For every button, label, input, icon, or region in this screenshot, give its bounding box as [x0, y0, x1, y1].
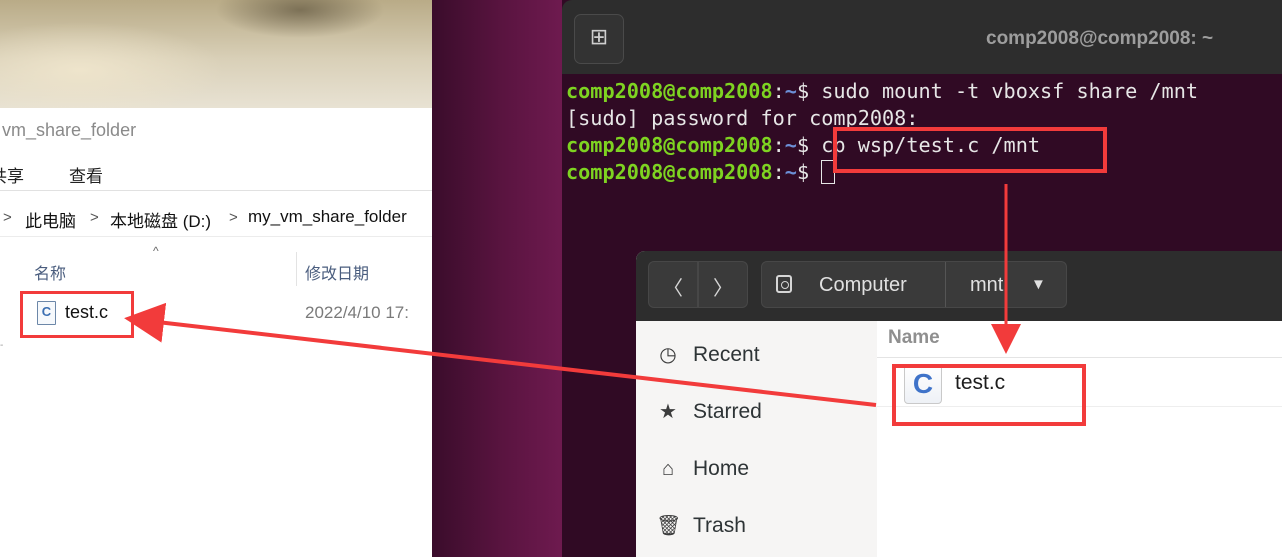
breadcrumb-this-pc[interactable]: 此电脑: [25, 207, 76, 232]
new-tab-button[interactable]: ⊞: [574, 14, 624, 64]
trash-icon: 🗑: [656, 515, 682, 537]
command-highlight-box: [833, 127, 1107, 173]
files-file-highlight-box: [892, 364, 1086, 426]
windows-explorer-window: vm_share_folder 共享 查看 > 此电脑 > 本地磁盘 (D:) …: [0, 0, 432, 557]
ubuntu-desktop-background: [432, 0, 562, 557]
divider: -: [0, 340, 4, 351]
sidebar-item-label: Trash: [693, 514, 746, 537]
forward-icon: 〉: [713, 278, 733, 300]
clock-icon: ◷: [659, 344, 677, 366]
terminal-title: comp2008@comp2008: ~: [986, 28, 1214, 49]
column-name[interactable]: Name: [888, 327, 940, 349]
path-computer[interactable]: Computer: [819, 274, 907, 297]
desktop-wallpaper: [0, 0, 432, 108]
explorer-title-bar: vm_share_folder: [0, 108, 432, 154]
explorer-address-bar[interactable]: > 此电脑 > 本地磁盘 (D:) > my_vm_share_folder: [0, 198, 432, 237]
breadcrumb-sep: >: [229, 209, 238, 226]
path-separator: [945, 262, 946, 307]
sort-up-icon: ^: [153, 244, 159, 258]
files-list-view[interactable]: Name C test.c: [877, 321, 1282, 557]
explorer-ribbon: 共享 查看: [0, 154, 432, 191]
forward-button[interactable]: 〉: [698, 261, 748, 308]
explorer-title: vm_share_folder: [2, 120, 137, 140]
breadcrumb-share-folder[interactable]: my_vm_share_folder: [248, 207, 407, 227]
files-sidebar: ◷ Recent ★ Starred ⌂ Home 🗑 Trash: [636, 321, 878, 557]
path-mnt[interactable]: mnt: [970, 274, 1003, 297]
ribbon-tab-share[interactable]: 共享: [0, 162, 24, 187]
chevron-down-icon[interactable]: ▼: [1031, 276, 1046, 293]
sidebar-item-home[interactable]: ⌂ Home: [636, 448, 877, 488]
explorer-file-date: 2022/4/10 17:: [305, 303, 409, 322]
ribbon-tab-view[interactable]: 查看: [69, 162, 103, 187]
home-icon: ⌂: [661, 458, 675, 480]
sidebar-item-recent[interactable]: ◷ Recent: [636, 334, 877, 374]
terminal-header-bar: ⊞ comp2008@comp2008: ~: [562, 0, 1282, 74]
back-icon: 〈: [663, 278, 683, 300]
list-column-header[interactable]: Name: [877, 321, 1282, 358]
sidebar-item-label: Home: [693, 457, 750, 480]
files-header-bar: 〈 〉 Computer mnt ▼: [636, 251, 1282, 321]
new-tab-icon: ⊞: [589, 24, 609, 49]
back-button[interactable]: 〈: [648, 261, 698, 308]
sidebar-item-label: Recent: [693, 343, 760, 366]
terminal-line: comp2008@comp2008:~$: [566, 160, 836, 184]
star-icon: ★: [659, 401, 677, 423]
breadcrumb-sep: >: [90, 209, 99, 226]
sidebar-item-starred[interactable]: ★ Starred: [636, 391, 877, 431]
column-modified[interactable]: 修改日期: [305, 260, 369, 284]
column-name[interactable]: 名称: [34, 260, 66, 284]
column-divider[interactable]: [296, 252, 297, 286]
disk-icon: [776, 275, 792, 293]
terminal-line: comp2008@comp2008:~$ sudo mount -t vboxs…: [566, 79, 1199, 103]
sidebar-item-trash[interactable]: 🗑 Trash: [636, 505, 877, 545]
explorer-column-header: ^ 名称 修改日期: [0, 244, 432, 288]
explorer-file-highlight-box: [20, 291, 134, 338]
breadcrumb-local-disk[interactable]: 本地磁盘 (D:): [110, 207, 211, 232]
path-bar[interactable]: Computer mnt ▼: [761, 261, 1067, 308]
sidebar-item-label: Starred: [693, 400, 762, 423]
breadcrumb-sep: >: [3, 209, 12, 226]
